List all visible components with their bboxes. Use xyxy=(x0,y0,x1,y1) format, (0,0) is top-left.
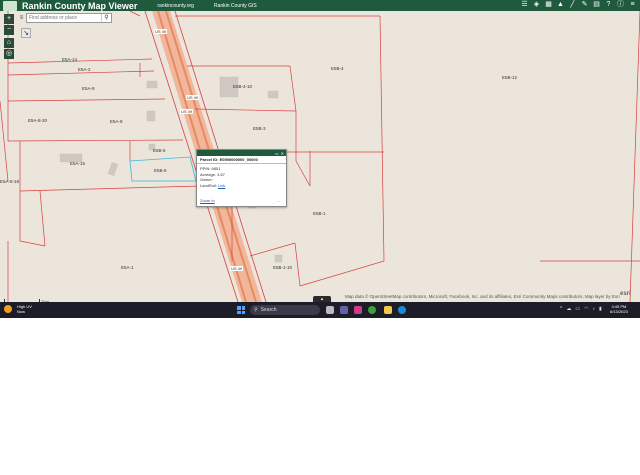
parcel-label: E5B-6 xyxy=(154,168,167,173)
parcel-label: E5B-4 xyxy=(331,66,344,71)
system-tray: ^ ☁ ▭ ◠ ♪ ▮ xyxy=(560,306,602,312)
popup-more-button[interactable]: ... xyxy=(277,198,280,203)
display-icon[interactable]: ▭ xyxy=(575,306,580,312)
popup-landroll: LandRoll: Link xyxy=(197,183,286,189)
menu-icon[interactable]: ≡ xyxy=(629,1,636,9)
parcel-label: E5A-2 xyxy=(78,67,91,72)
volume-icon[interactable]: ♪ xyxy=(592,306,595,312)
landroll-label: LandRoll: xyxy=(200,182,217,188)
map-attribution: Map data © OpenStreetMap contributors, M… xyxy=(345,294,620,299)
start-button[interactable] xyxy=(237,306,245,314)
teams-icon[interactable] xyxy=(340,306,348,314)
parcel-label: E5B-12 xyxy=(502,75,518,80)
landroll-link[interactable]: Link xyxy=(218,183,225,188)
sun-icon xyxy=(4,305,12,313)
wifi-icon[interactable]: ◠ xyxy=(584,306,588,312)
road-label: US 49 xyxy=(180,109,194,114)
browser-screen: Rankin County Map Viewer rankincounty.or… xyxy=(0,0,640,318)
parcel-label: E5A-9 xyxy=(82,86,95,91)
taskbar-clock[interactable]: 3:45 PM 6/13/2023 xyxy=(610,304,628,314)
weather-text: High UV Now xyxy=(17,304,32,314)
search-box: ⚲ xyxy=(26,13,112,23)
chat-icon[interactable] xyxy=(354,306,362,314)
app-header: Rankin County Map Viewer rankincounty.or… xyxy=(0,0,640,11)
edge-icon[interactable] xyxy=(398,306,406,314)
zoom-out-button[interactable]: − xyxy=(4,25,14,35)
home-icon[interactable]: ⌂ xyxy=(4,38,14,48)
parcel-label: E5A-8-18 xyxy=(0,179,20,184)
info-icon[interactable]: ⓘ xyxy=(617,1,624,9)
clock-date: 6/13/2023 xyxy=(610,309,628,314)
popup-title: Parcel ID: E0590000000_00000 xyxy=(197,156,286,164)
file-explorer-icon[interactable] xyxy=(384,306,392,314)
parcel-label: E5A-8-20 xyxy=(28,118,48,123)
county-logo xyxy=(3,0,17,11)
parcel-popup: ▭ ✕ Parcel ID: E0590000000_00000 PPIN: 6… xyxy=(196,149,287,207)
draw-icon[interactable]: ✎ xyxy=(581,1,588,9)
parcel-label: E5B-3 xyxy=(253,126,266,131)
help-icon[interactable]: ? xyxy=(605,1,612,9)
header-link-county[interactable]: rankincounty.org xyxy=(157,3,194,9)
compass-icon[interactable]: ↘ xyxy=(21,28,31,38)
battery-icon[interactable]: ▮ xyxy=(599,306,602,312)
locate-icon[interactable]: ◎ xyxy=(4,49,14,59)
map-canvas[interactable]: US 49 US 49 US 49 US 49 E5A-14 E5A-2 E5A… xyxy=(0,11,640,302)
parcel-label: E5B-4-10 xyxy=(233,84,253,89)
taskbar-search[interactable]: ⚲ Search xyxy=(250,305,320,315)
zoom-in-button[interactable]: + xyxy=(4,14,14,24)
alert-icon[interactable]: ▲ xyxy=(557,1,564,9)
weather-widget[interactable]: High UV Now xyxy=(4,304,32,314)
parcel-label: E5A-14 xyxy=(62,57,78,62)
road-label: US 49 xyxy=(154,29,168,34)
dock-icon[interactable]: ▭ xyxy=(275,151,279,156)
chevron-up-icon[interactable]: ^ xyxy=(560,306,562,312)
search-input[interactable] xyxy=(27,14,101,22)
parcel-label: E5B-1 xyxy=(313,211,326,216)
windows-taskbar: High UV Now ⚲ Search ^ ☁ ▭ ◠ ♪ ▮ 3:45 PM xyxy=(0,302,640,318)
close-icon[interactable]: ✕ xyxy=(281,151,284,156)
toolbar-menu-icon[interactable]: ≡ xyxy=(18,13,25,23)
app-title: Rankin County Map Viewer xyxy=(22,0,138,11)
parcel-label: E5B-1-10 xyxy=(273,265,293,270)
cloud-icon[interactable]: ☁ xyxy=(566,306,571,312)
parcel-label: E5A-15 xyxy=(70,161,86,166)
taskbar-search-label: Search xyxy=(260,307,277,313)
parcel-label: E5B-5 xyxy=(153,148,166,153)
header-toolbar: ☰ ◈ ▦ ▲ ╱ ✎ ▤ ? ⓘ ≡ xyxy=(521,1,636,9)
road-label: US 49 xyxy=(230,266,244,271)
grid-icon[interactable]: ▦ xyxy=(545,1,552,9)
road-label: US 49 xyxy=(186,95,200,100)
search-icon[interactable]: ⚲ xyxy=(101,14,111,22)
parcel-boundaries xyxy=(0,11,640,302)
weather-line2: Now xyxy=(17,309,26,314)
search-icon: ⚲ xyxy=(254,307,258,313)
layers-icon[interactable]: ☰ xyxy=(521,1,528,9)
print-icon[interactable]: ▤ xyxy=(593,1,600,9)
map-graphics xyxy=(0,11,640,302)
parcel-label: E5A-1 xyxy=(121,265,134,270)
basemap-icon[interactable]: ◈ xyxy=(533,1,540,9)
parcel-label: E5A-8 xyxy=(110,119,123,124)
header-link-gis[interactable]: Rankin County GIS xyxy=(214,3,257,9)
zoom-to-link[interactable]: Zoom to xyxy=(200,198,215,203)
browser-icon[interactable] xyxy=(368,306,376,314)
task-view-icon[interactable] xyxy=(326,306,334,314)
esri-logo: esri xyxy=(620,291,631,297)
measure-icon[interactable]: ╱ xyxy=(569,1,576,9)
